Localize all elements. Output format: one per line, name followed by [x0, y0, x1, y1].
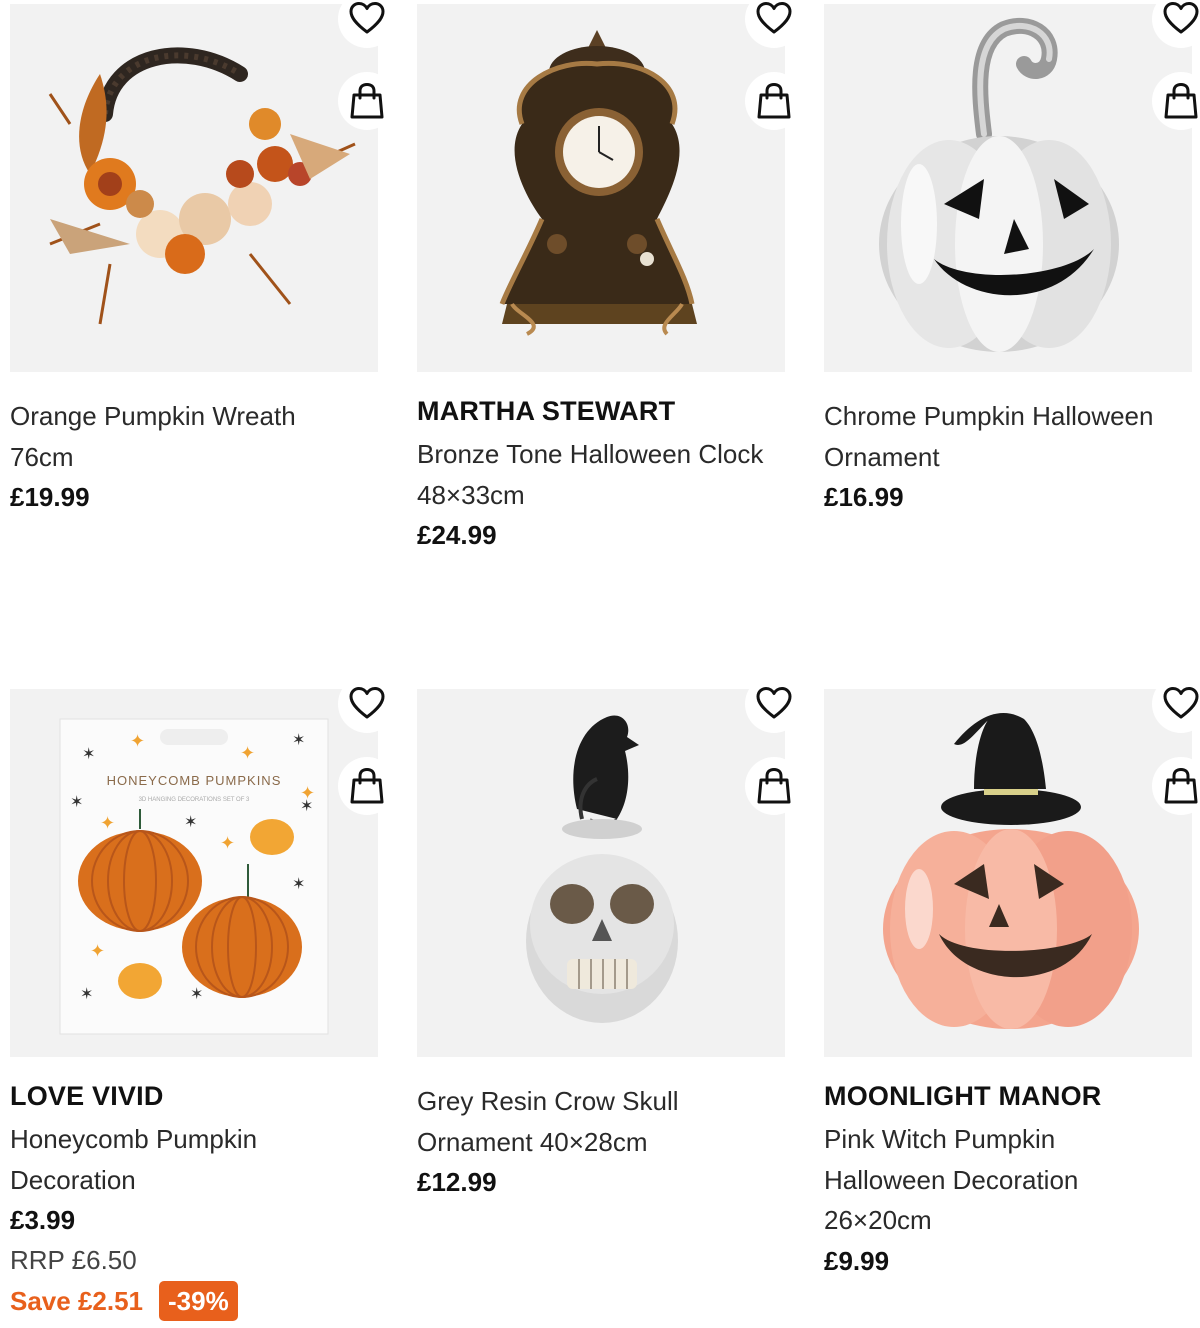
svg-text:✶: ✶	[292, 730, 305, 749]
save-amount: Save £2.51	[10, 1285, 144, 1316]
heart-icon	[754, 0, 794, 39]
product-info: Grey Resin Crow Skull Ornament 40×28cm £…	[417, 1081, 797, 1202]
svg-text:✶: ✶	[190, 984, 203, 1003]
product-image[interactable]	[824, 4, 1192, 372]
shopping-bag-icon	[754, 81, 794, 121]
product-name[interactable]: Orange Pumpkin Wreath	[10, 396, 390, 437]
add-to-basket-button[interactable]	[745, 757, 803, 815]
product-info: MARTHA STEWART Bronze Tone Halloween Clo…	[417, 396, 797, 555]
product-info: Orange Pumpkin Wreath 76cm £19.99	[10, 396, 390, 517]
add-to-basket-button[interactable]	[745, 72, 803, 130]
product-name-line3[interactable]: 26×20cm	[824, 1200, 1200, 1241]
svg-text:✶: ✶	[82, 744, 95, 763]
product-price: £9.99	[824, 1245, 890, 1276]
product-name-line2[interactable]: Ornament 40×28cm	[417, 1122, 797, 1163]
shopping-bag-icon	[347, 81, 387, 121]
product-image[interactable]: HONEYCOMB PUMPKINS 3D HANGING DECORATION…	[10, 689, 378, 1057]
add-to-basket-button[interactable]	[338, 757, 396, 815]
product-price: £12.99	[417, 1167, 497, 1197]
product-name-line2[interactable]: Ornament	[824, 437, 1200, 478]
heart-icon	[754, 684, 794, 724]
product-name[interactable]: Pink Witch Pumpkin	[824, 1119, 1200, 1160]
svg-text:✦: ✦	[130, 731, 145, 752]
package-title: HONEYCOMB PUMPKINS	[107, 773, 282, 788]
chrome-pumpkin-image	[824, 4, 1192, 372]
svg-text:✦: ✦	[90, 941, 105, 962]
product-brand[interactable]: MARTHA STEWART	[417, 396, 797, 426]
shopping-bag-icon	[1161, 766, 1200, 806]
savings-row: Save £2.51 -39%	[10, 1280, 390, 1322]
product-brand[interactable]: LOVE VIVID	[10, 1081, 390, 1111]
product-image[interactable]	[824, 689, 1192, 1057]
product-price: £3.99	[10, 1205, 76, 1235]
wreath-image	[10, 4, 378, 372]
add-to-basket-button[interactable]	[338, 72, 396, 130]
wishlist-button[interactable]	[745, 675, 803, 733]
clock-image	[417, 4, 785, 372]
heart-icon	[1161, 0, 1200, 39]
product-name[interactable]: Honeycomb Pumpkin	[10, 1119, 390, 1160]
product-image[interactable]	[417, 4, 785, 372]
product-name-line2[interactable]: 76cm	[10, 437, 390, 478]
heart-icon	[1161, 684, 1200, 724]
product-price: £19.99	[10, 482, 90, 512]
heart-icon	[347, 0, 387, 39]
discount-badge: -39%	[159, 1281, 238, 1321]
shopping-bag-icon	[754, 766, 794, 806]
wishlist-button[interactable]	[338, 675, 396, 733]
svg-text:✶: ✶	[80, 984, 93, 1003]
pink-witch-pumpkin-image	[824, 689, 1192, 1057]
product-name[interactable]: Grey Resin Crow Skull	[417, 1081, 797, 1122]
product-name-line2[interactable]: Decoration	[10, 1160, 390, 1201]
product-name-line2[interactable]: Halloween Decoration	[824, 1160, 1200, 1201]
shopping-bag-icon	[347, 766, 387, 806]
product-name-line2[interactable]: 48×33cm	[417, 475, 797, 516]
product-brand[interactable]: MOONLIGHT MANOR	[824, 1081, 1200, 1111]
product-info: MOONLIGHT MANOR Pink Witch Pumpkin Hallo…	[824, 1081, 1200, 1281]
package-subtitle: 3D HANGING DECORATIONS SET OF 3	[139, 797, 250, 803]
product-name[interactable]: Bronze Tone Halloween Clock	[417, 434, 797, 475]
svg-text:✶: ✶	[292, 874, 305, 893]
product-price: £16.99	[824, 482, 904, 512]
product-image[interactable]	[417, 689, 785, 1057]
svg-text:✶: ✶	[184, 812, 197, 831]
heart-icon	[347, 684, 387, 724]
product-price: £24.99	[417, 520, 497, 550]
shopping-bag-icon	[1161, 81, 1200, 121]
svg-text:✦: ✦	[100, 813, 115, 834]
rrp-price: RRP £6.50	[10, 1245, 137, 1275]
svg-text:✦: ✦	[220, 833, 235, 854]
svg-text:✶: ✶	[70, 792, 83, 811]
svg-text:✶: ✶	[300, 796, 313, 815]
product-info: LOVE VIVID Honeycomb Pumpkin Decoration …	[10, 1081, 390, 1322]
product-name[interactable]: Chrome Pumpkin Halloween	[824, 396, 1200, 437]
product-info: Chrome Pumpkin Halloween Ornament £16.99	[824, 396, 1200, 517]
svg-text:✦: ✦	[240, 743, 255, 764]
honeycomb-package-image: HONEYCOMB PUMPKINS 3D HANGING DECORATION…	[10, 689, 378, 1057]
crow-skull-image	[417, 689, 785, 1057]
product-image[interactable]	[10, 4, 378, 372]
